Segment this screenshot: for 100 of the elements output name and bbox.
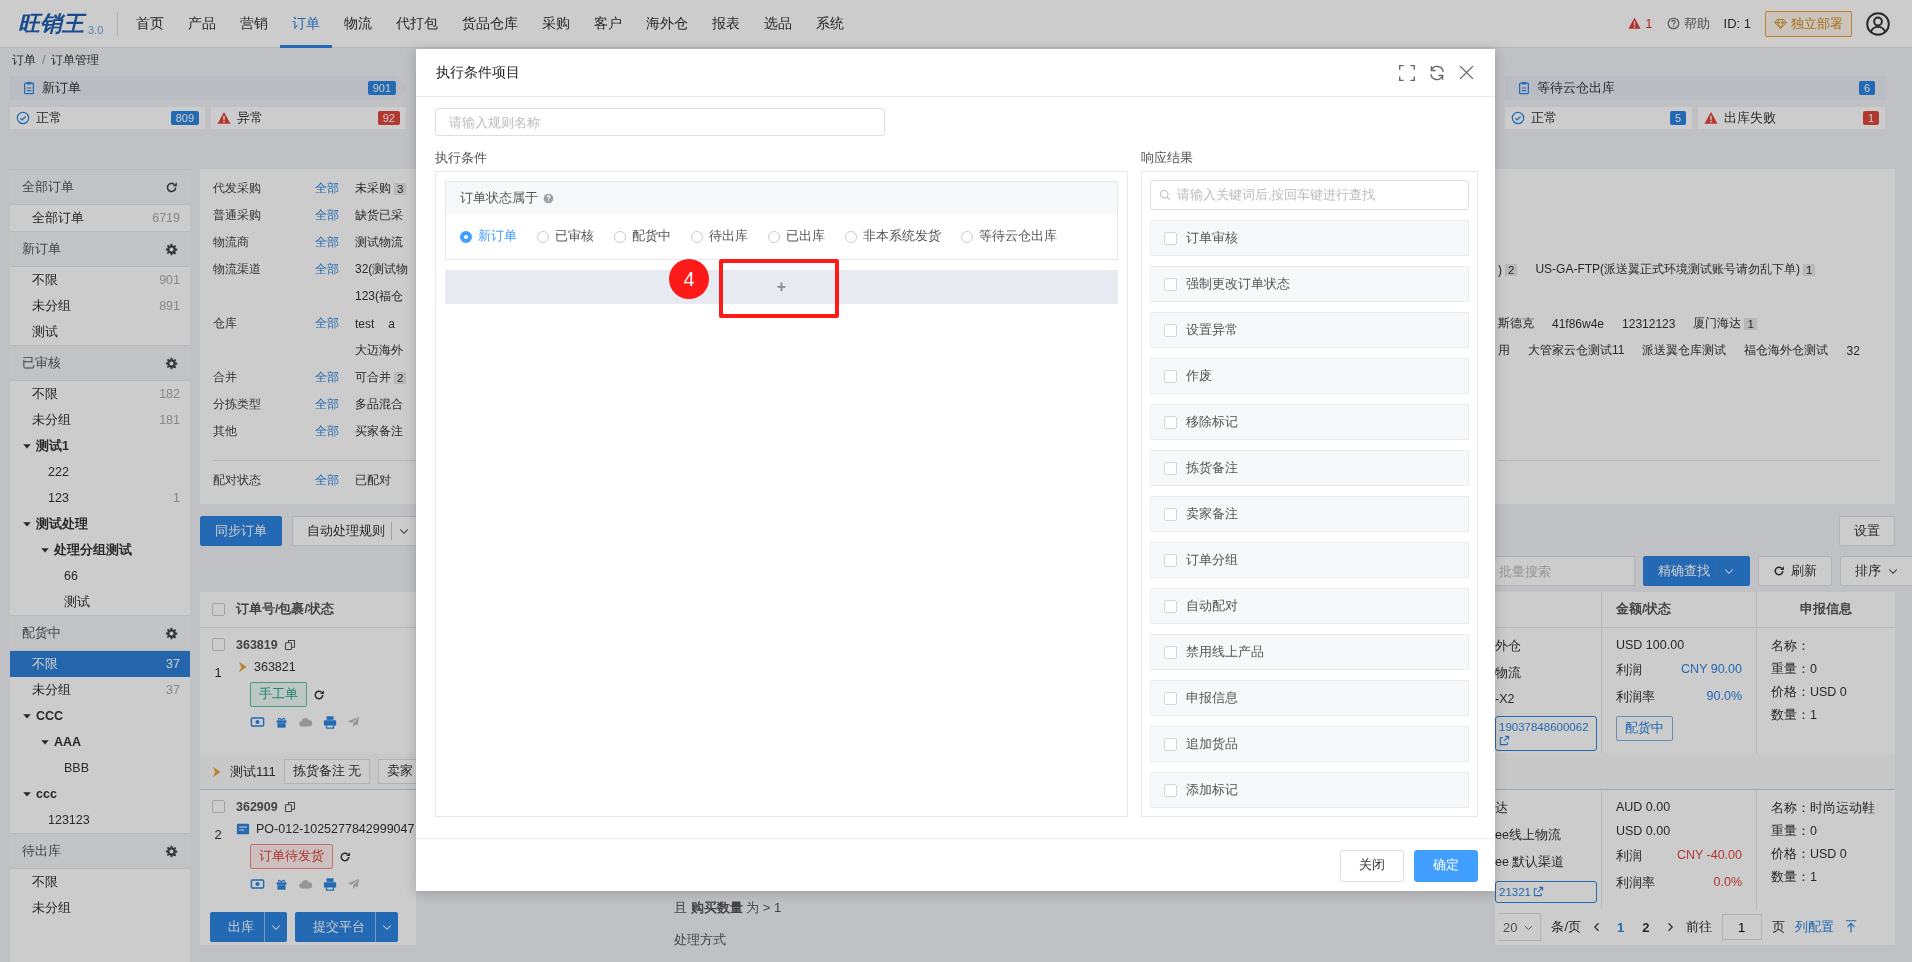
sidebar-item[interactable]: 处理分组测试 xyxy=(10,537,190,563)
refresh-icon[interactable] xyxy=(313,688,325,701)
filter-option[interactable]: 缺货已采 xyxy=(355,207,403,224)
substatus-tab[interactable]: 异常 92 xyxy=(211,107,406,129)
settings-icon[interactable] xyxy=(165,242,178,256)
exact-search-button[interactable]: 精确查找 xyxy=(1643,556,1750,586)
tracking-link[interactable]: 21321 xyxy=(1495,881,1597,903)
settings-button[interactable]: 设置 xyxy=(1839,516,1895,546)
filter-option[interactable]: US-GA-FTP(派送翼正式环境测试账号请勿乱下单) xyxy=(1535,261,1801,278)
page-size-select[interactable]: 20 xyxy=(1499,913,1542,941)
filter-option[interactable]: 大管家云仓测试11 xyxy=(1528,342,1625,359)
close-icon[interactable] xyxy=(1458,63,1475,81)
plane-icon[interactable] xyxy=(347,715,360,728)
status-radio[interactable]: 配货中 xyxy=(614,228,671,245)
checkbox[interactable] xyxy=(1164,691,1177,705)
refresh-icon[interactable] xyxy=(165,180,178,194)
filter-all-link[interactable]: 全部 xyxy=(315,396,355,413)
filter-all-link[interactable]: 全部 xyxy=(315,472,355,489)
status-radio[interactable]: 已审核 xyxy=(537,228,594,245)
filter-all-link[interactable]: 全部 xyxy=(315,180,355,197)
sidebar-item[interactable]: 未分组 891 xyxy=(10,293,190,319)
nav-item[interactable]: 系统 xyxy=(804,0,857,48)
filter-option[interactable]: 12312123 xyxy=(1622,316,1676,331)
filter-option[interactable]: 32(测试物 xyxy=(355,261,409,278)
nav-item[interactable]: 海外仓 xyxy=(634,0,701,48)
note-tag[interactable]: 拣货备注 无 xyxy=(283,759,371,784)
filter-option[interactable]: ) xyxy=(1498,262,1502,277)
breadcrumb-item[interactable]: 订单 xyxy=(12,51,36,69)
filter-option[interactable]: 用 xyxy=(1498,342,1510,359)
filter-option[interactable]: 测试物流 xyxy=(355,234,403,251)
result-option[interactable]: 作废 xyxy=(1150,358,1469,394)
split-button[interactable]: 提交平台 xyxy=(295,912,398,942)
sidebar-item[interactable]: 222 xyxy=(10,459,190,485)
filter-option[interactable]: 32 xyxy=(1846,343,1860,358)
filter-option[interactable]: 可合并 xyxy=(355,369,391,386)
gift-icon[interactable] xyxy=(275,877,288,891)
nav-item[interactable]: 物流 xyxy=(332,0,385,48)
cloud-icon[interactable] xyxy=(298,877,313,891)
sidebar-item[interactable]: 未分组 37 xyxy=(10,677,190,703)
breadcrumb-item[interactable]: 订单管理 xyxy=(51,51,100,69)
filter-option[interactable]: test xyxy=(355,316,375,331)
settings-icon[interactable] xyxy=(165,844,178,858)
nav-item[interactable]: 营销 xyxy=(228,0,281,48)
status-radio[interactable]: 待出库 xyxy=(691,228,748,245)
nav-item[interactable]: 报表 xyxy=(700,0,753,48)
sidebar-item[interactable]: 未分组 xyxy=(10,895,190,921)
filter-option[interactable]: 斯德克 xyxy=(1498,315,1534,332)
settings-icon[interactable] xyxy=(165,356,178,370)
sidebar-item[interactable]: 不限 182 xyxy=(10,381,190,407)
sidebar-item[interactable]: CCC xyxy=(10,703,190,729)
sidebar-item[interactable]: 全部订单 6719 xyxy=(10,205,190,231)
sidebar-item[interactable]: BBB xyxy=(10,755,190,781)
warning-icon[interactable] xyxy=(1628,17,1642,30)
nav-item[interactable]: 客户 xyxy=(582,0,635,48)
filter-all-link[interactable]: 全部 xyxy=(315,234,355,251)
result-option[interactable]: 订单分组 xyxy=(1150,542,1469,578)
close-button[interactable]: 关闭 xyxy=(1340,849,1404,882)
status-radio[interactable]: 非本系统发货 xyxy=(845,228,941,245)
filter-all-link[interactable]: 全部 xyxy=(315,207,355,224)
filter-all-link[interactable]: 全部 xyxy=(315,423,355,440)
copy-icon[interactable] xyxy=(283,639,296,651)
sync-button[interactable]: 同步订单 xyxy=(200,516,282,546)
filter-option[interactable]: 福仓海外仓测试 xyxy=(1744,342,1829,359)
checkbox[interactable] xyxy=(1164,461,1177,475)
goto-page-field[interactable]: 1 xyxy=(1721,914,1762,940)
result-option[interactable]: 自动配对 xyxy=(1150,588,1469,624)
row-checkbox[interactable] xyxy=(211,638,225,651)
result-option[interactable]: 拣货备注 xyxy=(1150,450,1469,486)
substatus-tab[interactable]: 正常 809 xyxy=(10,107,205,129)
checkbox[interactable] xyxy=(1164,369,1177,383)
sidebar-item[interactable]: 测试 xyxy=(10,589,190,615)
sidebar-item[interactable]: 不限 37 xyxy=(10,651,190,677)
reload-icon[interactable] xyxy=(1428,63,1446,82)
result-option[interactable]: 申报信息 xyxy=(1150,680,1469,716)
filter-all-link[interactable]: 全部 xyxy=(315,315,355,332)
sidebar-item[interactable]: 不限 901 xyxy=(10,267,190,293)
result-option[interactable]: 订单审核 xyxy=(1150,220,1469,256)
page-button[interactable]: 2 xyxy=(1638,919,1654,935)
nav-item[interactable]: 代打包 xyxy=(384,0,451,48)
sidebar-item[interactable]: 测试处理 xyxy=(10,511,190,537)
sidebar-item[interactable]: 不限 xyxy=(10,869,190,895)
plane-icon[interactable] xyxy=(347,877,360,890)
checkbox[interactable] xyxy=(1164,231,1177,245)
printer-icon[interactable] xyxy=(323,877,337,891)
nav-item[interactable]: 首页 xyxy=(124,0,177,48)
filter-all-link[interactable]: 全部 xyxy=(315,369,355,386)
result-option[interactable]: 添加标记 xyxy=(1150,772,1469,808)
refresh-button[interactable]: 刷新 xyxy=(1758,556,1832,586)
filter-option[interactable]: 41f86w4e xyxy=(1552,316,1605,331)
filter-all-link[interactable]: 全部 xyxy=(315,261,355,278)
filter-option[interactable]: 123(福仓 xyxy=(355,288,404,305)
sidebar-item[interactable]: 测试1 xyxy=(10,433,190,459)
column-settings-link[interactable]: 列配置 xyxy=(1794,918,1834,936)
filter-option[interactable]: 买家备注 xyxy=(355,423,403,440)
nav-item[interactable]: 产品 xyxy=(176,0,229,48)
help-link[interactable]: 帮助 xyxy=(1683,14,1710,33)
money-icon[interactable] xyxy=(250,877,265,891)
filter-option[interactable]: 已配对 xyxy=(355,472,391,489)
checkbox[interactable] xyxy=(1164,599,1177,613)
sidebar-item[interactable]: ccc xyxy=(10,781,190,807)
